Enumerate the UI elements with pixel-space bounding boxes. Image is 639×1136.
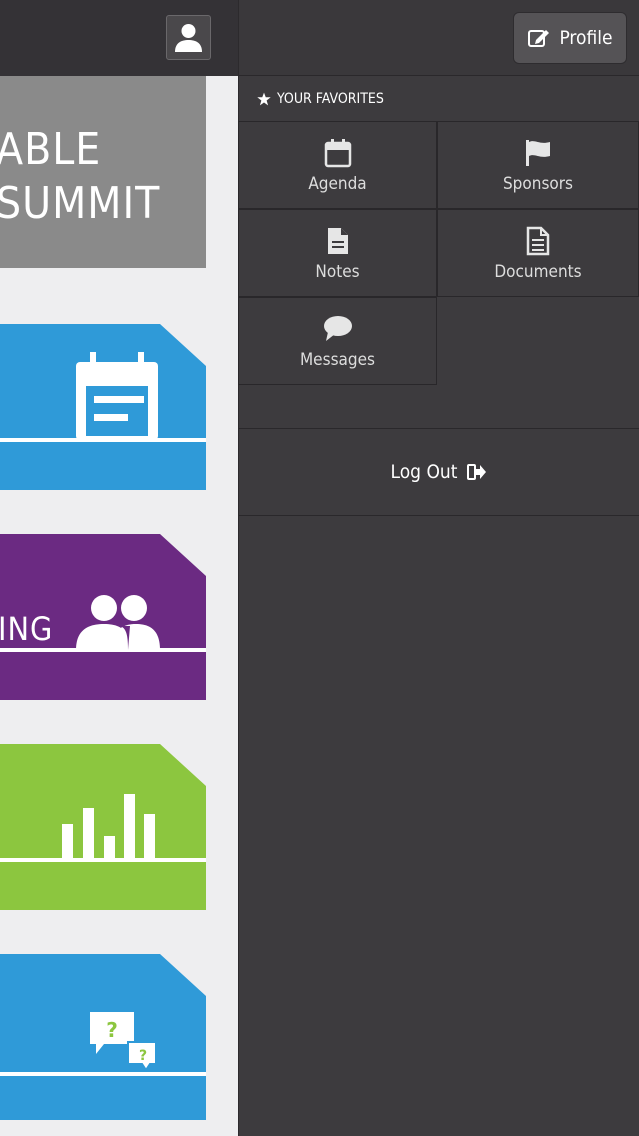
favorite-messages[interactable]: Messages — [238, 297, 437, 385]
chat-bubble-icon — [323, 316, 352, 341]
polls-tile[interactable] — [0, 744, 206, 910]
avatar-button[interactable] — [166, 15, 211, 60]
profile-button-label: Profile — [559, 27, 613, 49]
agenda-tile[interactable] — [0, 324, 206, 490]
qa-tile[interactable]: ? ? — [0, 954, 206, 1120]
calendar-icon — [324, 139, 351, 168]
favorite-documents[interactable]: Documents — [437, 209, 639, 297]
favorite-label: Agenda — [308, 174, 367, 194]
main-content-panel: ABLE SUMMIT ING ? ? — [0, 0, 238, 1136]
star-icon — [257, 92, 271, 105]
logout-icon — [467, 464, 487, 480]
favorite-sponsors[interactable]: Sponsors — [437, 121, 639, 209]
logout-label: Log Out — [390, 461, 458, 483]
favorite-label: Sponsors — [502, 174, 574, 194]
calendar-icon — [76, 352, 158, 440]
favorite-notes[interactable]: Notes — [238, 209, 437, 297]
logout-button[interactable]: Log Out — [239, 428, 639, 516]
edit-icon — [528, 30, 550, 47]
note-icon — [327, 228, 348, 254]
profile-button[interactable]: Profile — [513, 12, 627, 64]
svg-text:?: ? — [106, 1018, 118, 1042]
favorites-title: YOUR FAVORITES — [277, 90, 384, 107]
document-icon — [526, 226, 550, 256]
banner-line-2: SUMMIT — [0, 178, 161, 229]
user-icon — [175, 24, 202, 52]
networking-tile[interactable]: ING — [0, 534, 206, 700]
main-header — [0, 0, 238, 76]
networking-tile-label: ING — [0, 610, 54, 648]
favorites-header: YOUR FAVORITES — [239, 76, 639, 122]
favorite-label: Notes — [315, 262, 360, 282]
svg-text:?: ? — [139, 1048, 147, 1064]
event-banner[interactable]: ABLE SUMMIT — [0, 76, 206, 268]
favorite-label: Messages — [299, 350, 375, 370]
favorite-agenda[interactable]: Agenda — [238, 121, 437, 209]
banner-line-1: ABLE — [0, 124, 102, 175]
favorite-label: Documents — [494, 262, 582, 282]
flag-icon — [526, 140, 550, 166]
